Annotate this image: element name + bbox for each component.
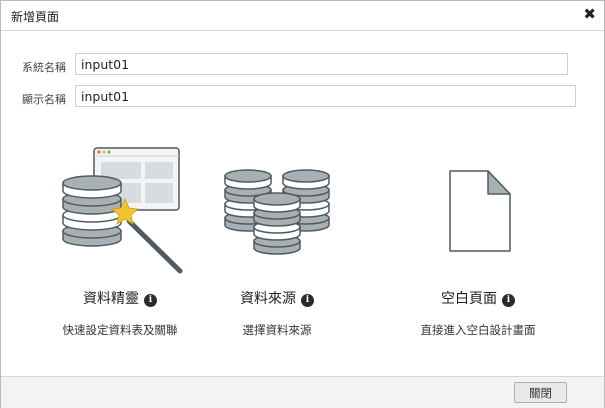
system-name-input[interactable] xyxy=(75,53,568,75)
dialog-footer: 關閉 xyxy=(1,376,604,408)
option-data-wizard[interactable]: 資料精靈 i 快速設定資料表及關聯 xyxy=(25,141,215,351)
dialog-titlebar: 新增頁面 ✖ xyxy=(1,1,604,31)
option-title-text: 資料來源 xyxy=(240,291,296,307)
new-page-dialog: 新增頁面 ✖ 系統名稱 顯示名稱 xyxy=(0,0,605,408)
dialog-title: 新增頁面 xyxy=(11,10,60,24)
option-title-text: 空白頁面 xyxy=(441,291,497,307)
option-data-source-title: 資料來源 i xyxy=(182,288,372,308)
option-blank-page[interactable]: 空白頁面 i 直接進入空白設計畫面 xyxy=(386,141,576,351)
close-button[interactable]: 關閉 xyxy=(514,382,567,403)
display-name-input[interactable] xyxy=(75,85,576,107)
blank-page-icon xyxy=(449,170,511,252)
info-icon[interactable]: i xyxy=(144,294,157,307)
database-wizard-icon xyxy=(62,147,183,274)
option-data-source[interactable]: 資料來源 i 選擇資料來源 xyxy=(206,141,396,351)
close-icon[interactable]: ✖ xyxy=(583,5,596,23)
databases-icon xyxy=(224,169,330,255)
option-title-text: 資料精靈 xyxy=(83,291,139,307)
option-data-source-desc: 選擇資料來源 xyxy=(242,323,312,337)
info-icon[interactable]: i xyxy=(502,294,515,307)
display-name-label: 顯示名稱 xyxy=(22,93,66,106)
info-icon[interactable]: i xyxy=(301,294,314,307)
option-blank-page-title: 空白頁面 i xyxy=(383,288,573,308)
system-name-label: 系統名稱 xyxy=(22,61,66,74)
option-blank-page-desc: 直接進入空白設計畫面 xyxy=(420,323,536,337)
